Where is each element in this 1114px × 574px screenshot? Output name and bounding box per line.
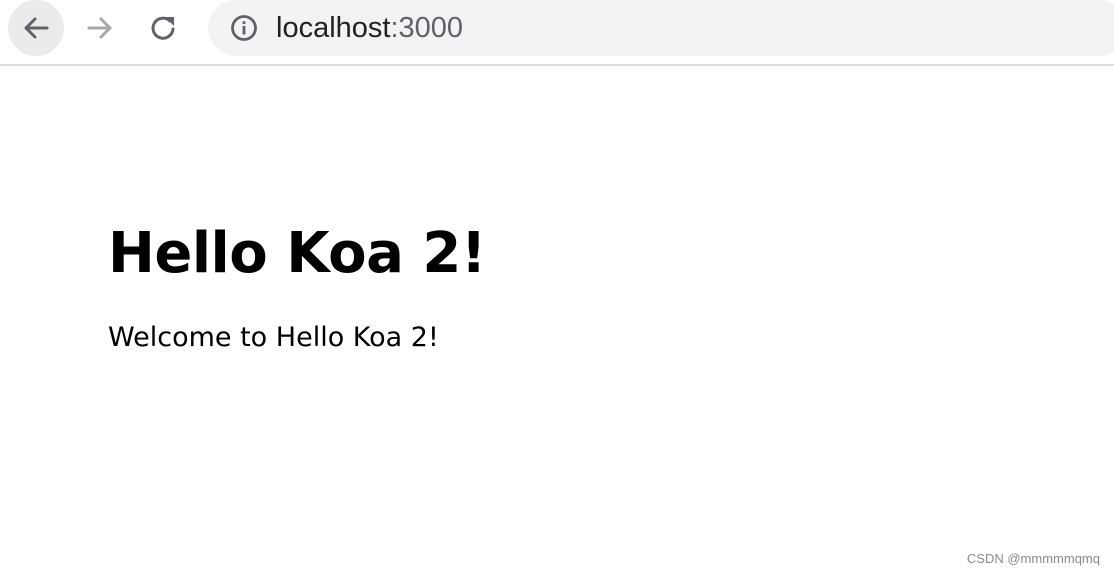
page-content: Hello Koa 2! Welcome to Hello Koa 2!	[108, 218, 486, 356]
forward-button[interactable]	[72, 0, 128, 56]
url-text[interactable]: localhost:3000	[276, 0, 463, 56]
address-bar[interactable]: localhost:3000	[208, 0, 1114, 56]
back-button[interactable]	[8, 0, 64, 56]
url-host: localhost	[276, 12, 391, 44]
reload-icon	[151, 16, 175, 40]
url-port: :3000	[390, 12, 464, 44]
welcome-text: Welcome to Hello Koa 2!	[108, 322, 439, 353]
watermark: CSDN @mmmmmqmq	[966, 551, 1100, 566]
arrow-right-icon	[87, 17, 112, 39]
info-icon[interactable]	[230, 14, 258, 42]
browser-toolbar: localhost:3000	[0, 0, 1114, 66]
reload-button[interactable]	[136, 0, 192, 56]
arrow-left-icon	[24, 17, 49, 39]
page-heading: Hello Koa 2!	[108, 221, 486, 286]
